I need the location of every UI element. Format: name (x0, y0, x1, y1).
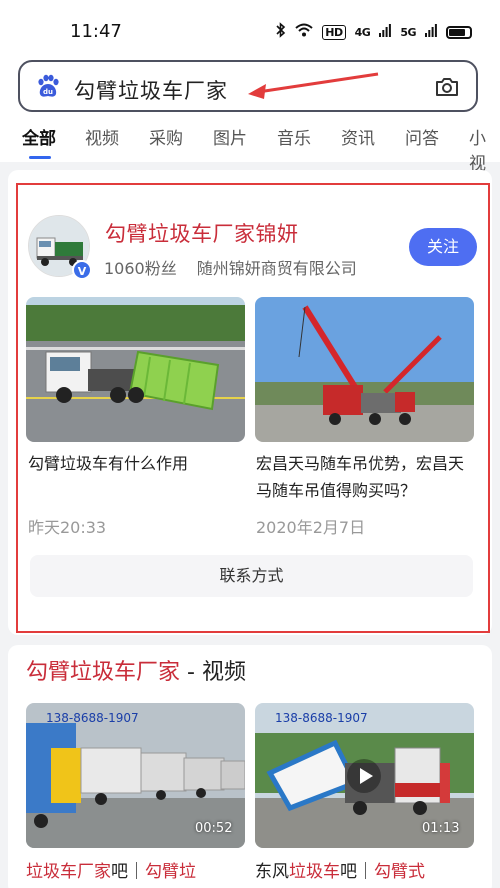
signal-bars-icon-1 (379, 23, 392, 41)
baidu-paw-icon[interactable]: du (35, 73, 61, 99)
status-time: 11:47 (70, 21, 122, 42)
video-caption-2-hl1: 垃圾车 (289, 862, 340, 882)
contact-button[interactable]: 联系方式 (30, 555, 473, 597)
video-caption-2[interactable]: 东风垃圾车吧｜勾臂式 (255, 857, 425, 882)
camera-icon[interactable] (434, 74, 460, 100)
play-icon[interactable] (346, 758, 382, 794)
tab-short-video[interactable]: 小视 (469, 124, 500, 174)
active-tab-indicator (29, 156, 51, 159)
video-heading-highlight: 勾臂垃圾车厂家 (26, 660, 181, 685)
annotation-arrow-icon (248, 72, 379, 99)
video-caption-1-mid: 吧｜ (111, 862, 145, 882)
video-caption-1-hl1: 垃圾车厂家 (26, 862, 111, 882)
status-bar: 11:47 HD 4G 5G (0, 0, 500, 60)
video-caption-1[interactable]: 垃圾车厂家吧｜勾臂垃 (26, 857, 196, 882)
video-caption-2-hl2: 勾臂式 (374, 862, 425, 882)
video-caption-2-mid: 吧｜ (340, 862, 374, 882)
search-tabs: 全部 视频 采购 图片 音乐 资讯 问答 小视 (0, 112, 500, 174)
hd-icon: HD (322, 24, 346, 40)
video-section-heading[interactable]: 勾臂垃圾车厂家 - 视频 (26, 654, 246, 686)
video-duration-1: 00:52 (195, 821, 233, 836)
verified-badge-icon: V (72, 260, 92, 280)
article-thumbnail-1[interactable] (26, 297, 245, 442)
search-query-text[interactable]: 勾臂垃圾车厂家 (74, 75, 228, 105)
article-title-2[interactable]: 宏昌天马随车吊优势，宏昌天马随车吊值得购买吗？ (256, 450, 478, 504)
article-date-1: 昨天20:33 (28, 518, 107, 537)
wifi-icon (295, 23, 313, 41)
tab-music[interactable]: 音乐 (277, 124, 311, 149)
battery-icon (446, 25, 472, 39)
video-heading-suffix: - 视频 (180, 660, 246, 685)
article-title-1[interactable]: 勾臂垃圾车有什么作用 (28, 450, 250, 477)
tab-video[interactable]: 视频 (85, 124, 119, 149)
tab-images[interactable]: 图片 (213, 124, 247, 149)
video-caption-2-pre: 东风 (255, 862, 289, 882)
video-duration-2: 01:13 (422, 821, 460, 836)
video-overlay-phone-2: 138-8688-1907 (275, 711, 368, 725)
video-caption-1-hl2: 勾臂垃 (145, 862, 196, 882)
status-icons: HD 4G 5G (276, 22, 472, 42)
signal-5g-icon: 5G (400, 25, 416, 39)
tab-qa[interactable]: 问答 (405, 124, 439, 149)
tab-purchase[interactable]: 采购 (149, 124, 183, 149)
article-thumbnail-2[interactable] (255, 297, 474, 442)
company-name: 随州锦妍商贸有限公司 (196, 259, 357, 278)
article-date-2: 2020年2月7日 (256, 518, 366, 537)
bluetooth-icon (276, 22, 286, 42)
account-name[interactable]: 勾臂垃圾车厂家锦妍 (105, 218, 299, 248)
fans-count: 1060粉丝 (104, 259, 177, 278)
signal-4g-icon: 4G (354, 25, 371, 39)
tab-news[interactable]: 资讯 (341, 124, 375, 149)
tab-all[interactable]: 全部 (22, 124, 56, 149)
follow-button[interactable]: 关注 (409, 228, 477, 266)
account-meta: 1060粉丝 随州锦妍商贸有限公司 (104, 255, 357, 279)
signal-bars-icon-2 (425, 23, 437, 41)
baidu-logo-text: du (43, 88, 53, 96)
video-overlay-phone-1: 138-8688-1907 (46, 711, 139, 725)
